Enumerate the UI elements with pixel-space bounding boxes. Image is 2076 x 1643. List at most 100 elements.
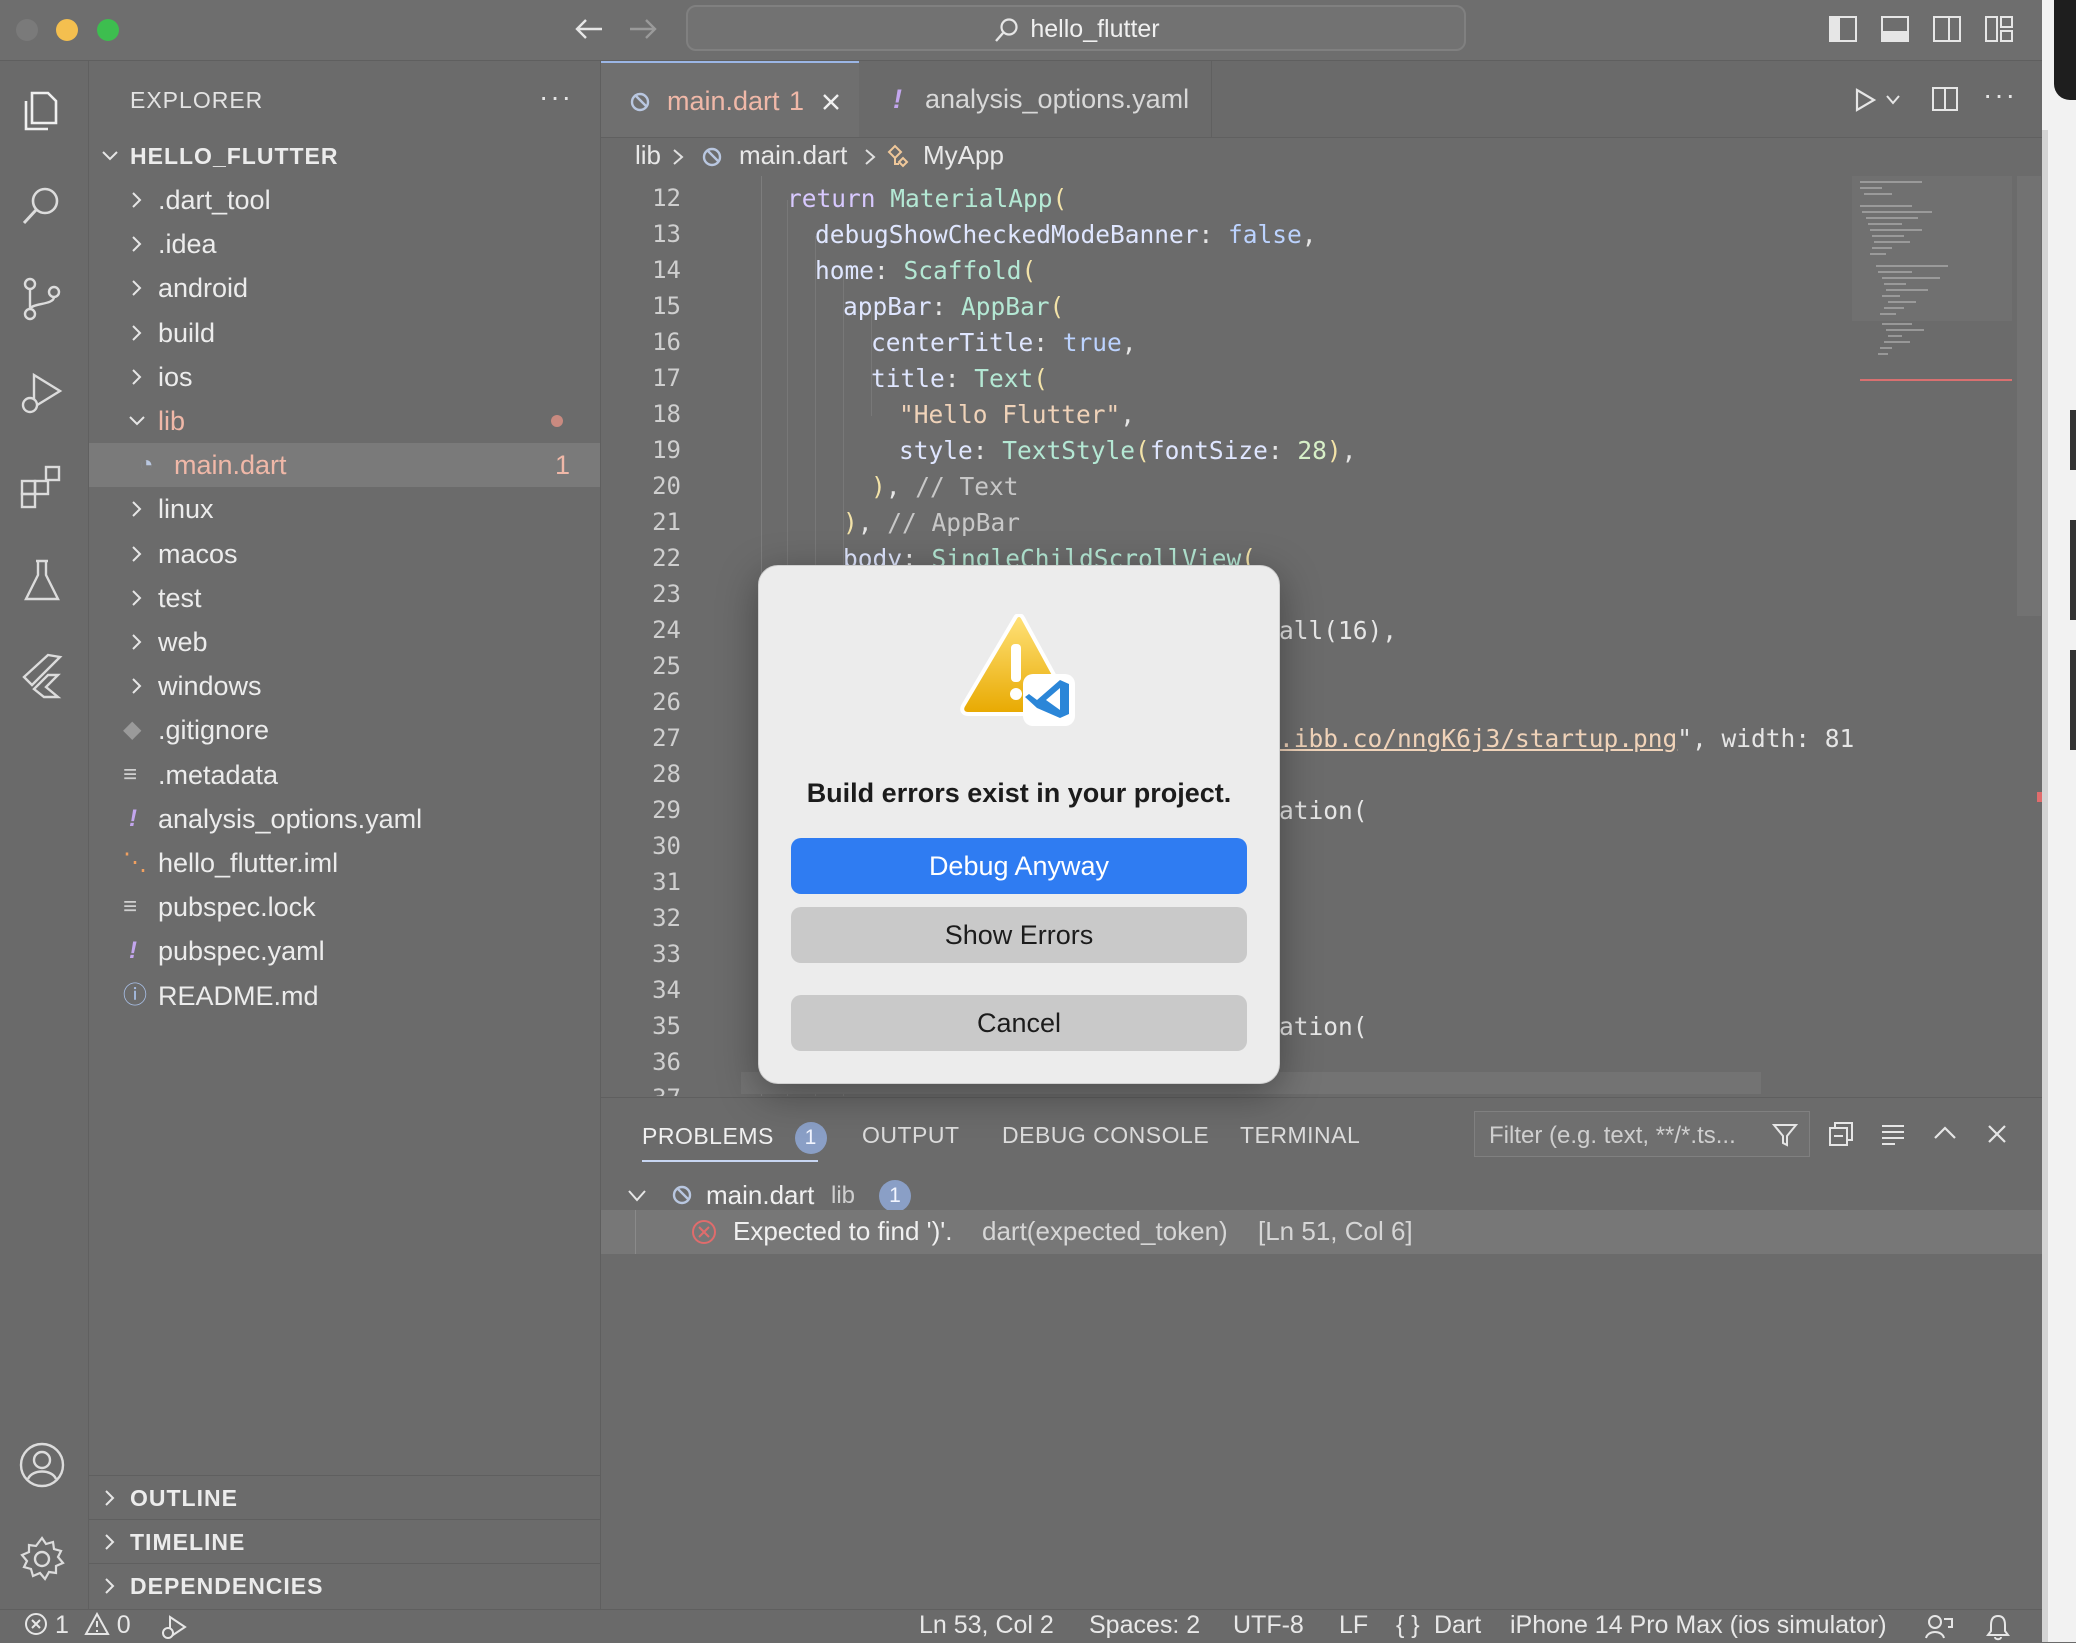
split-editor-icon[interactable] (1931, 85, 1959, 113)
feedback-icon[interactable] (1924, 1613, 1954, 1641)
list-item[interactable]: linux (89, 487, 600, 531)
chevron-down-icon[interactable] (1885, 93, 1901, 107)
list-item[interactable]: windows (89, 664, 600, 708)
close-tab-icon[interactable] (821, 92, 841, 112)
view-as-list-icon[interactable] (1879, 1120, 1907, 1148)
line-number: 35 (652, 1012, 681, 1040)
list-item[interactable]: ios (89, 355, 600, 399)
warning-icon (84, 1611, 110, 1635)
device-selector[interactable]: iPhone 14 Pro Max (ios simulator) (1510, 1611, 1887, 1640)
project-root[interactable]: HELLO_FLUTTER (89, 134, 600, 178)
show-errors-button[interactable]: Show Errors (791, 907, 1247, 963)
cursor-position[interactable]: Ln 53, Col 2 (919, 1611, 1054, 1640)
debug-anyway-button[interactable]: Debug Anyway (791, 838, 1247, 894)
list-item[interactable]: web (89, 620, 600, 664)
error-message: Expected to find ')'. (733, 1216, 953, 1246)
collapse-all-icon[interactable] (1827, 1120, 1855, 1148)
problem-file-name: main.dart (706, 1180, 815, 1210)
minimize-window-button[interactable] (56, 19, 78, 41)
testing-flask-icon[interactable] (18, 557, 66, 605)
list-item[interactable]: ◔ main.dart 1 (89, 443, 600, 488)
list-item[interactable]: .idea (89, 222, 600, 266)
close-window-button[interactable] (16, 19, 38, 41)
list-item[interactable]: macos (89, 532, 600, 576)
list-item-label: windows (158, 671, 262, 702)
problems-filter-input[interactable]: Filter (e.g. text, **/*.ts... (1474, 1111, 1810, 1157)
tab-terminal[interactable]: TERMINAL (1240, 1122, 1360, 1149)
minimap[interactable] (1852, 176, 2012, 416)
language-mode[interactable]: Dart (1434, 1611, 1481, 1640)
list-item[interactable]: ⓘ README.md (89, 974, 600, 1018)
line-number: 31 (652, 868, 681, 896)
list-item-label: pubspec.yaml (158, 936, 325, 967)
run-debug-icon[interactable] (160, 1614, 188, 1640)
timeline-section[interactable]: TIMELINE (89, 1519, 600, 1555)
editor-more-actions-icon[interactable]: ··· (1983, 79, 2017, 111)
maximize-panel-icon[interactable] (1931, 1120, 1959, 1148)
list-item[interactable]: test (89, 576, 600, 620)
extensions-icon[interactable] (18, 463, 66, 511)
toggle-secondary-sidebar-icon[interactable] (1932, 14, 1962, 44)
chevron-down-icon (102, 151, 118, 161)
run-icon[interactable] (1853, 87, 1877, 113)
list-item-label: analysis_options.yaml (158, 803, 423, 834)
cancel-button[interactable]: Cancel (791, 995, 1247, 1051)
list-item[interactable]: ! pubspec.yaml (89, 929, 600, 973)
tab-output[interactable]: OUTPUT (862, 1122, 960, 1149)
settings-gear-icon[interactable] (18, 1535, 66, 1583)
maximize-window-button[interactable] (97, 19, 119, 41)
toggle-primary-sidebar-icon[interactable] (1828, 14, 1858, 44)
line-number: 26 (652, 688, 681, 716)
line-number: 27 (652, 724, 681, 752)
tab-analysis-options[interactable]: ! analysis_options.yaml (859, 61, 1212, 137)
list-item[interactable]: ⋱ hello_flutter.iml (89, 841, 600, 885)
back-arrow-icon[interactable] (574, 16, 604, 42)
yaml-file-icon: ! (893, 84, 902, 114)
list-item[interactable]: ≡ .metadata (89, 753, 600, 797)
line-number: 28 (652, 760, 681, 788)
source-control-icon[interactable] (18, 275, 66, 323)
accounts-icon[interactable] (18, 1441, 66, 1489)
breadcrumb-symbol[interactable]: MyApp (923, 140, 1004, 171)
active-tab-indicator (642, 1160, 818, 1162)
error-dot-indicator (551, 415, 563, 427)
outline-section[interactable]: OUTLINE (89, 1475, 600, 1511)
list-item[interactable]: android (89, 266, 600, 310)
dependencies-section[interactable]: DEPENDENCIES (89, 1563, 600, 1599)
customize-layout-icon[interactable] (1984, 14, 2014, 44)
list-item[interactable]: build (89, 311, 600, 355)
breadcrumb-folder[interactable]: lib (635, 140, 661, 171)
problems-status[interactable]: 1 0 (24, 1611, 131, 1640)
list-item[interactable]: ! analysis_options.yaml (89, 797, 600, 841)
tab-label: analysis_options.yaml (925, 84, 1190, 114)
close-panel-icon[interactable] (1983, 1120, 2011, 1148)
indentation[interactable]: Spaces: 2 (1089, 1611, 1200, 1640)
list-item[interactable]: ◆ .gitignore (89, 708, 600, 752)
code-line: return MaterialApp( (787, 184, 1068, 213)
end-of-line[interactable]: LF (1339, 1611, 1368, 1640)
problem-row[interactable]: Expected to find ')'. dart(expected_toke… (601, 1210, 2042, 1254)
command-center-search[interactable]: hello_flutter (686, 5, 1466, 51)
toggle-panel-icon[interactable] (1880, 14, 1910, 44)
notifications-bell-icon[interactable] (1984, 1613, 2012, 1641)
line-number: 25 (652, 652, 681, 680)
breadcrumb-file[interactable]: main.dart (739, 140, 847, 171)
tab-debug-console[interactable]: DEBUG CONSOLE (1002, 1122, 1209, 1149)
run-debug-icon[interactable] (18, 369, 66, 417)
list-item[interactable]: .dart_tool (89, 178, 600, 222)
chevron-right-icon (132, 280, 142, 297)
search-icon[interactable] (18, 181, 66, 229)
flutter-icon[interactable] (18, 651, 66, 699)
explorer-files-icon[interactable] (18, 87, 66, 135)
chevron-down-icon (628, 1190, 646, 1202)
tab-problems[interactable]: PROBLEMS 1 (642, 1122, 827, 1154)
filter-icon[interactable] (1771, 1121, 1799, 1149)
vertical-scrollbar[interactable] (2017, 176, 2041, 616)
list-item[interactable]: lib (89, 399, 600, 443)
encoding[interactable]: UTF-8 (1233, 1611, 1304, 1640)
tab-main-dart[interactable]: main.dart 1 (601, 61, 859, 137)
list-item[interactable]: ≡ pubspec.lock (89, 885, 600, 929)
more-actions-icon[interactable]: ··· (539, 81, 573, 113)
forward-arrow-icon[interactable] (628, 16, 658, 42)
code-fragment: ation( (1279, 796, 1368, 825)
